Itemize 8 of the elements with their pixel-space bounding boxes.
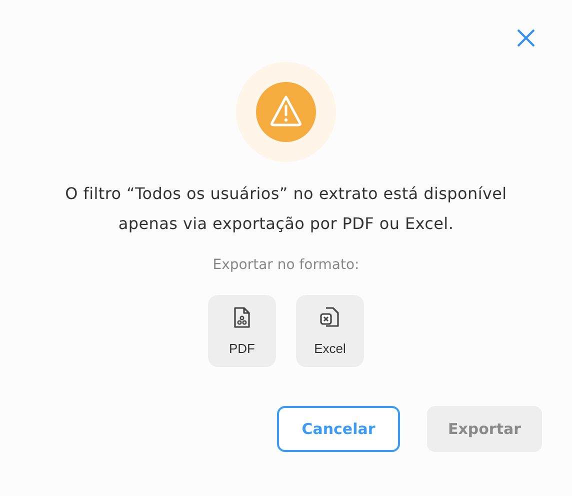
format-option[interactable]: Excel	[296, 295, 364, 367]
warning-icon	[236, 62, 336, 162]
pdf-file-icon	[233, 306, 251, 328]
format-option[interactable]: PDF	[208, 295, 276, 367]
spreadsheet-file-icon	[319, 306, 341, 328]
format-prompt: Exportar no formato:	[212, 257, 360, 273]
warning-message: O filtro “Todos os usuários” no extrato está disponível apenas via exportação por PDF ou Excel.	[64, 183, 508, 235]
close-icon[interactable]	[517, 29, 535, 47]
